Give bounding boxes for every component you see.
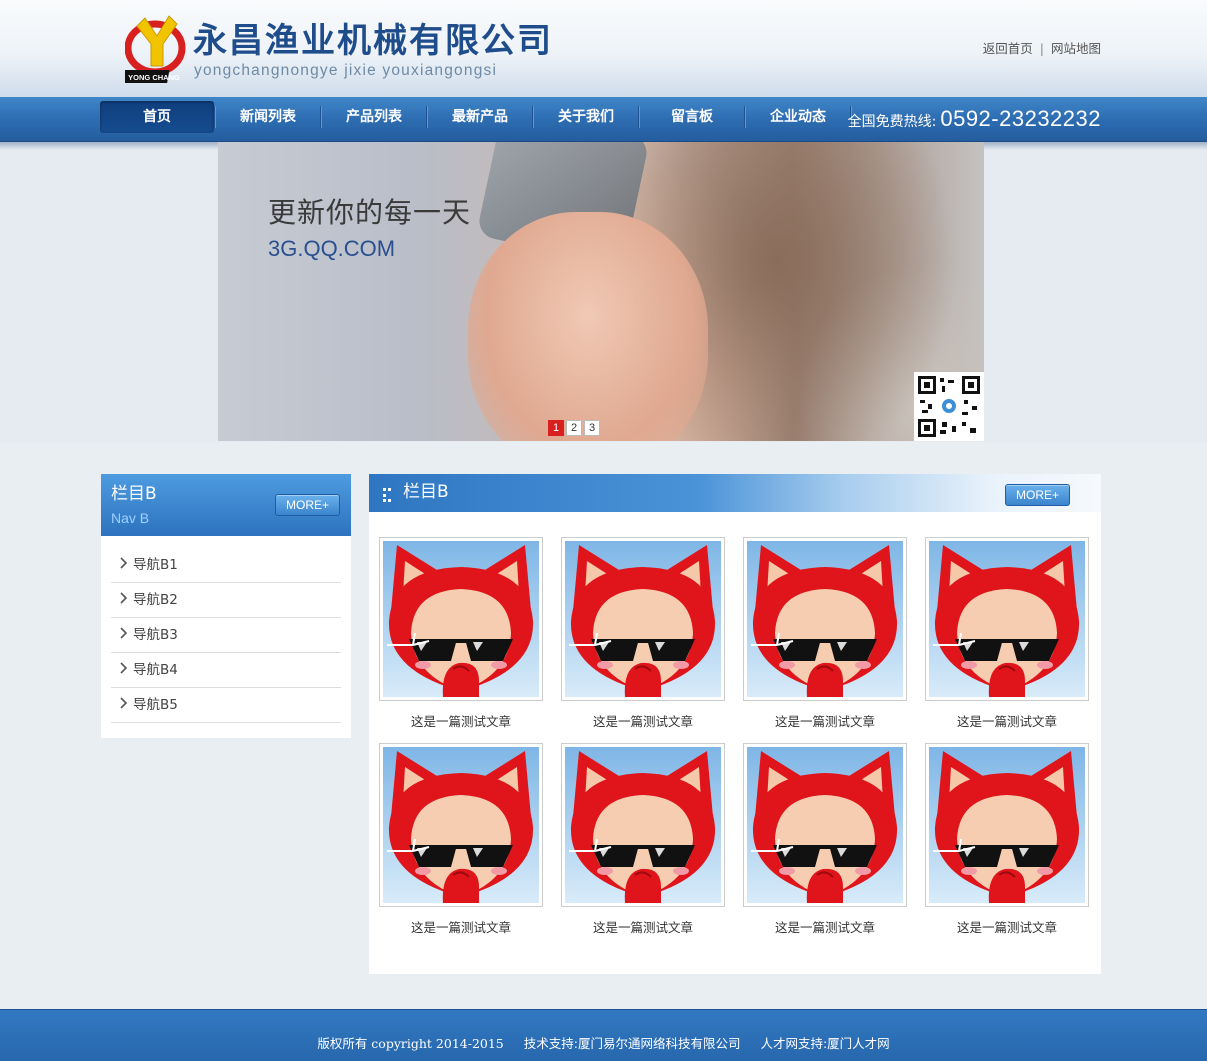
- red-fox-mascot-icon[interactable]: [743, 743, 907, 907]
- hotline-number: 0592-23232232: [940, 106, 1101, 131]
- article-card[interactable]: 这是一篇测试文章: [561, 537, 725, 743]
- red-fox-mascot-icon[interactable]: [743, 537, 907, 701]
- article-caption[interactable]: 这是一篇测试文章: [379, 907, 543, 949]
- article-caption[interactable]: 这是一篇测试文章: [743, 907, 907, 949]
- sidebar-subtitle: Nav B: [111, 510, 150, 526]
- sidebar-more-button[interactable]: MORE+: [275, 494, 340, 516]
- sidebar-item-label: 导航B4: [133, 661, 178, 678]
- sidebar-item-label: 导航B2: [133, 591, 178, 608]
- main-title-wrap: 栏目B: [383, 482, 449, 502]
- nav-item-latest-products[interactable]: 最新产品: [428, 101, 532, 133]
- main-more-button[interactable]: MORE+: [1005, 484, 1070, 506]
- red-fox-mascot-icon[interactable]: [925, 537, 1089, 701]
- banner-page-dot[interactable]: 2: [566, 420, 582, 436]
- chevron-right-icon: [119, 549, 131, 582]
- banner-pagination: 1 2 3: [548, 420, 600, 436]
- red-fox-mascot-icon[interactable]: [561, 743, 725, 907]
- hotline: 全国免费热线: 0592-23232232: [848, 106, 1101, 134]
- chevron-right-icon: [119, 619, 131, 652]
- nav-item-about-us[interactable]: 关于我们: [534, 101, 638, 133]
- sidebar-item-label: 导航B1: [133, 556, 178, 573]
- back-home-link[interactable]: 返回首页: [983, 41, 1033, 56]
- company-name: 永昌渔业机械有限公司: [193, 21, 553, 61]
- red-fox-mascot-icon[interactable]: [925, 743, 1089, 907]
- nav-item-news-list[interactable]: 新闻列表: [216, 101, 320, 133]
- banner-page-dot[interactable]: 3: [584, 420, 600, 436]
- logo-text: YONG CHANG: [128, 73, 180, 82]
- article-card[interactable]: 这是一篇测试文章: [743, 743, 907, 949]
- footer-copyright: 版权所有 copyright 2014-2015: [317, 1036, 504, 1051]
- red-fox-mascot-icon[interactable]: [379, 743, 543, 907]
- banner-page-dot[interactable]: 1: [548, 420, 564, 436]
- qr-code-icon: [914, 372, 984, 441]
- company-logo-icon[interactable]: YONG CHANG: [125, 10, 191, 86]
- article-card[interactable]: 这是一篇测试文章: [743, 537, 907, 743]
- footer-text: 版权所有 copyright 2014-2015 技术支持:厦门易尔通网络科技有…: [0, 1036, 1207, 1051]
- article-caption[interactable]: 这是一篇测试文章: [561, 701, 725, 743]
- article-card[interactable]: 这是一篇测试文章: [561, 743, 725, 949]
- main-panel: 栏目B MORE+ 这是一篇测试文章 这是一篇测试文章 这是一篇测试文章 这是一…: [369, 474, 1101, 974]
- top-links: 返回首页 | 网站地图: [983, 41, 1101, 56]
- nav-item-product-list[interactable]: 产品列表: [322, 101, 426, 133]
- sidebar-title: 栏目B: [111, 484, 157, 504]
- sidebar-item-label: 导航B5: [133, 696, 178, 713]
- site-header: YONG CHANG 永昌渔业机械有限公司 yongchangnongye ji…: [0, 0, 1207, 97]
- red-fox-mascot-icon[interactable]: [561, 537, 725, 701]
- nav-item-home[interactable]: 首页: [100, 101, 214, 133]
- article-caption[interactable]: 这是一篇测试文章: [925, 701, 1089, 743]
- article-card[interactable]: 这是一篇测试文章: [925, 537, 1089, 743]
- sidebar-item-b2[interactable]: 导航B2: [111, 583, 341, 618]
- banner-subline: 3G.QQ.COM: [268, 236, 396, 261]
- article-card[interactable]: 这是一篇测试文章: [925, 743, 1089, 949]
- main-header: 栏目B MORE+: [369, 474, 1101, 512]
- banner-hand-shape: [468, 212, 708, 441]
- article-caption[interactable]: 这是一篇测试文章: [743, 701, 907, 743]
- article-caption[interactable]: 这是一篇测试文章: [925, 907, 1089, 949]
- article-caption[interactable]: 这是一篇测试文章: [561, 907, 725, 949]
- sidebar-item-b5[interactable]: 导航B5: [111, 688, 341, 723]
- footer-tech-support[interactable]: 技术支持:厦门易尔通网络科技有限公司: [524, 1036, 741, 1051]
- article-card[interactable]: 这是一篇测试文章: [379, 743, 543, 949]
- article-caption[interactable]: 这是一篇测试文章: [379, 701, 543, 743]
- chevron-right-icon: [119, 689, 131, 722]
- chevron-right-icon: [119, 584, 131, 617]
- hotline-label: 全国免费热线:: [847, 114, 937, 130]
- nav-item-company-news[interactable]: 企业动态: [746, 101, 850, 133]
- nav-items: 首页 新闻列表 产品列表 最新产品 关于我们 留言板 企业动态: [100, 101, 852, 133]
- chevron-right-icon: [119, 654, 131, 687]
- sidebar-nav-list: 导航B1 导航B2 导航B3 导航B4 导航B5: [101, 536, 351, 723]
- sidebar-header: 栏目B Nav B MORE+: [101, 474, 351, 536]
- sitemap-link[interactable]: 网站地图: [1051, 41, 1101, 56]
- sidebar-panel: 栏目B Nav B MORE+ 导航B1 导航B2 导航B3 导航B4 导航B5: [101, 474, 351, 738]
- article-grid: 这是一篇测试文章 这是一篇测试文章 这是一篇测试文章 这是一篇测试文章 这是一篇…: [379, 537, 1089, 949]
- sidebar-item-label: 导航B3: [133, 626, 178, 643]
- red-fox-mascot-icon[interactable]: [379, 537, 543, 701]
- footer-talent-support[interactable]: 人才网支持:厦门人才网: [760, 1036, 889, 1051]
- link-separator: |: [1039, 41, 1044, 56]
- nav-item-message-board[interactable]: 留言板: [640, 101, 744, 133]
- company-pinyin: yongchangnongye jixie youxiangongsi: [194, 62, 498, 79]
- banner-headline: 更新你的每一天: [268, 196, 472, 229]
- banner-slider[interactable]: 更新你的每一天 3G.QQ.COM: [218, 142, 984, 441]
- article-card[interactable]: 这是一篇测试文章: [379, 537, 543, 743]
- title-dots-icon: [383, 486, 395, 502]
- sidebar-item-b4[interactable]: 导航B4: [111, 653, 341, 688]
- main-title: 栏目B: [403, 482, 449, 502]
- site-footer: 版权所有 copyright 2014-2015 技术支持:厦门易尔通网络科技有…: [0, 1009, 1207, 1061]
- sidebar-item-b3[interactable]: 导航B3: [111, 618, 341, 653]
- sidebar-item-b1[interactable]: 导航B1: [111, 548, 341, 583]
- main-nav: 首页 新闻列表 产品列表 最新产品 关于我们 留言板 企业动态 全国免费热线: …: [0, 97, 1207, 142]
